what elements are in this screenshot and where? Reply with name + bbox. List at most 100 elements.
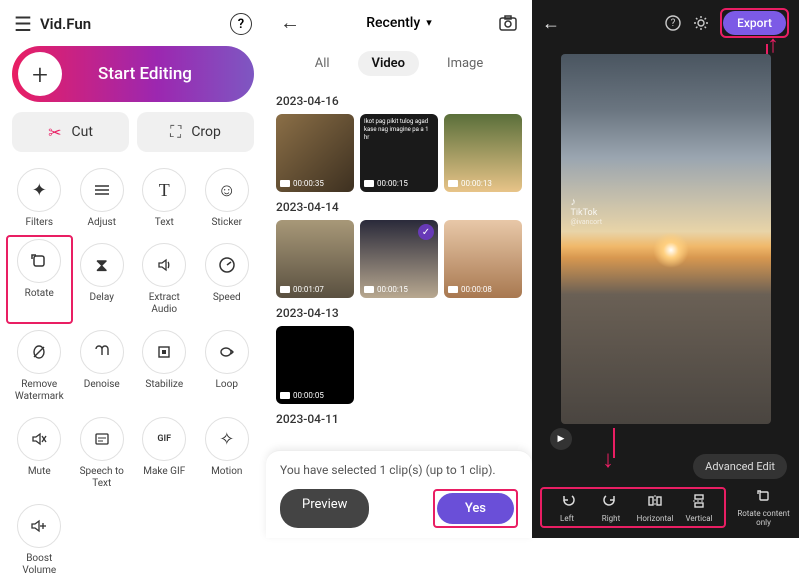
date-group-label: 2023-04-11 (276, 412, 522, 426)
tool-mute[interactable]: Mute (10, 413, 69, 494)
rotate-left-button[interactable]: Left (546, 492, 588, 523)
tool-denoise[interactable]: Denoise (73, 326, 132, 407)
recently-label: Recently (366, 15, 420, 31)
video-thumb[interactable]: ✓00:00:15 (360, 220, 438, 298)
video-thumb[interactable]: Ikot pag pikit tulog agad kase nag imagi… (360, 114, 438, 192)
tool-filters[interactable]: ✦Filters (10, 164, 69, 233)
help-icon[interactable]: ? (230, 13, 252, 35)
home-header: ☰ Vid.Fun ? (8, 8, 258, 46)
video-icon (280, 392, 290, 399)
rotate-toolbar: Left Right Horizontal Vertical Rotate co… (532, 479, 799, 538)
thumb-row: 00:00:05 (276, 326, 522, 404)
crop-label: Crop (191, 124, 221, 140)
tab-video[interactable]: Video (358, 51, 420, 76)
flip-horizontal-button[interactable]: Horizontal (634, 492, 676, 523)
back-icon[interactable]: ← (280, 10, 300, 35)
motion-icon: ✧ (205, 417, 249, 461)
video-thumb[interactable]: 00:00:35 (276, 114, 354, 192)
tool-make-gif[interactable]: GIFMake GIF (135, 413, 194, 494)
preview-content (653, 232, 689, 268)
tab-image[interactable]: Image (433, 51, 497, 76)
tool-motion[interactable]: ✧Motion (198, 413, 257, 494)
tool-loop[interactable]: Loop (198, 326, 257, 407)
video-icon (364, 286, 374, 293)
date-group-label: 2023-04-13 (276, 306, 522, 320)
filters-icon: ✦ (17, 168, 61, 212)
boost-volume-icon (17, 504, 61, 548)
camera-icon[interactable] (498, 14, 518, 32)
cut-button[interactable]: ✂ Cut (12, 112, 129, 152)
flip-vertical-button[interactable]: Vertical (678, 492, 720, 523)
play-button[interactable]: ▶ (550, 428, 572, 450)
editor-panel: ← ? Export ↑ ♪ TikTok @ivancort ▶ (532, 0, 799, 538)
video-thumb[interactable]: 00:00:13 (444, 114, 522, 192)
thumb-row: 00:00:35 Ikot pag pikit tulog agad kase … (276, 114, 522, 192)
yes-highlight: Yes (433, 489, 518, 528)
speed-icon (205, 243, 249, 287)
selection-text: You have selected 1 clip(s) (up to 1 cli… (280, 463, 518, 477)
sticker-icon: ☺ (205, 168, 249, 212)
stabilize-icon (142, 330, 186, 374)
sheet-buttons: Preview Yes (280, 489, 518, 528)
rotate-right-button[interactable]: Right (590, 492, 632, 523)
tool-boost-volume[interactable]: Boost Volume (10, 500, 69, 581)
header-left: ☰ Vid.Fun (14, 12, 91, 36)
media-tabs: All Video Image (266, 45, 532, 88)
rotate-group-highlight: Left Right Horizontal Vertical (540, 487, 726, 528)
cut-label: Cut (71, 124, 92, 140)
recently-dropdown[interactable]: Recently ▾ (366, 15, 432, 31)
crop-icon: ⛶ (170, 122, 181, 142)
plus-icon: + (18, 52, 62, 96)
video-icon (280, 286, 290, 293)
help-icon[interactable]: ? (664, 14, 682, 32)
preview-button[interactable]: Preview (280, 489, 369, 528)
flip-horizontal-icon (646, 492, 664, 510)
video-preview[interactable]: ♪ TikTok @ivancort (561, 54, 771, 424)
text-icon: T (142, 168, 186, 212)
tool-stabilize[interactable]: Stabilize (135, 326, 194, 407)
thumb-row: 00:01:07 ✓00:00:15 00:00:08 (276, 220, 522, 298)
tool-speed[interactable]: Speed (198, 239, 257, 320)
app-title: Vid.Fun (40, 15, 91, 33)
video-thumb[interactable]: 00:00:08 (444, 220, 522, 298)
tool-speech-to-text[interactable]: Speech to Text (73, 413, 132, 494)
cut-crop-row: ✂ Cut ⛶ Crop (12, 112, 254, 152)
video-thumb[interactable]: 00:01:07 (276, 220, 354, 298)
gallery-body[interactable]: 2023-04-16 00:00:35 Ikot pag pikit tulog… (266, 88, 532, 450)
loop-icon (205, 330, 249, 374)
make-gif-icon: GIF (142, 417, 186, 461)
tool-rotate[interactable]: Rotate (6, 235, 73, 324)
start-editing-label: Start Editing (62, 64, 248, 84)
delay-icon: ⧗ (80, 243, 124, 287)
flip-vertical-icon (690, 492, 708, 510)
thumb-caption: Ikot pag pikit tulog agad kase nag imagi… (364, 118, 434, 141)
rotate-content-only-button[interactable]: Rotate content only (736, 487, 791, 528)
rotate-left-icon (558, 492, 576, 510)
back-icon[interactable]: ← (542, 13, 560, 34)
rotate-content-icon (755, 487, 773, 505)
tool-sticker[interactable]: ☺Sticker (198, 164, 257, 233)
start-editing-button[interactable]: + Start Editing (12, 46, 254, 102)
advanced-edit-button[interactable]: Advanced Edit (693, 454, 787, 479)
home-panel: ☰ Vid.Fun ? + Start Editing ✂ Cut ⛶ Crop… (0, 0, 266, 538)
mute-icon (17, 417, 61, 461)
chevron-down-icon: ▾ (426, 16, 432, 29)
video-thumb[interactable]: 00:00:05 (276, 326, 354, 404)
video-icon (448, 286, 458, 293)
yes-button[interactable]: Yes (437, 493, 514, 524)
settings-icon[interactable] (692, 14, 710, 32)
scissors-icon: ✂ (48, 123, 61, 142)
gallery-header: ← Recently ▾ (266, 0, 532, 45)
crop-button[interactable]: ⛶ Crop (137, 112, 254, 152)
video-icon (364, 180, 374, 187)
rotate-right-icon (602, 492, 620, 510)
tab-all[interactable]: All (301, 51, 344, 76)
rotate-icon (17, 239, 61, 283)
video-icon (448, 180, 458, 187)
tool-adjust[interactable]: Adjust (73, 164, 132, 233)
tool-delay[interactable]: ⧗Delay (73, 239, 132, 320)
tool-text[interactable]: TText (135, 164, 194, 233)
tool-remove-watermark[interactable]: Remove Watermark (10, 326, 69, 407)
menu-icon[interactable]: ☰ (14, 12, 32, 36)
tool-extract-audio[interactable]: Extract Audio (135, 239, 194, 320)
